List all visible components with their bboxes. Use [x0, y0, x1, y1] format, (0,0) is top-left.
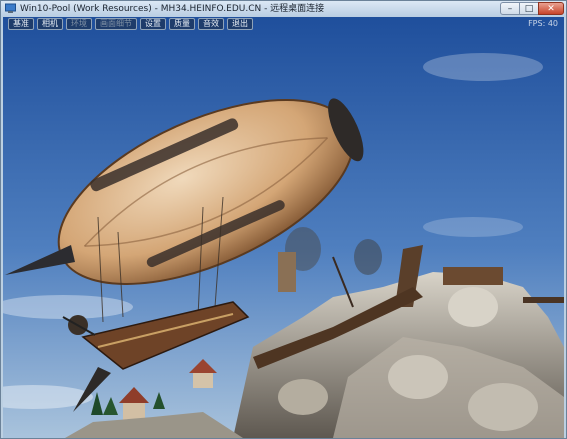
- title-bar[interactable]: Win10-Pool (Work Resources) - MH34.HEINF…: [1, 1, 566, 17]
- close-icon: ✕: [547, 3, 555, 14]
- airship-scene: [3, 17, 564, 438]
- camera-button[interactable]: 相机: [37, 18, 63, 30]
- fps-counter: FPS: 40: [528, 19, 558, 28]
- benchmark-toolbar: 基准 相机 环境 画面细节 设置 质量 音效 退出: [8, 18, 253, 30]
- detail-button[interactable]: 画面细节: [95, 18, 137, 30]
- remote-desktop-window: Win10-Pool (Work Resources) - MH34.HEINF…: [0, 0, 567, 439]
- close-button[interactable]: ✕: [538, 2, 564, 15]
- exit-button[interactable]: 退出: [227, 18, 253, 30]
- benchmark-button[interactable]: 基准: [8, 18, 34, 30]
- maximize-button[interactable]: □: [519, 2, 539, 15]
- window-title: Win10-Pool (Work Resources) - MH34.HEINF…: [20, 4, 325, 14]
- environment-button[interactable]: 环境: [66, 18, 92, 30]
- quality-button[interactable]: 质量: [169, 18, 195, 30]
- maximize-icon: □: [524, 3, 534, 14]
- remote-desktop-app-icon: [5, 3, 16, 13]
- minimize-button[interactable]: –: [500, 2, 520, 15]
- settings-button[interactable]: 设置: [140, 18, 166, 30]
- render-viewport[interactable]: 基准 相机 环境 画面细节 设置 质量 音效 退出 FPS: 40: [3, 17, 564, 438]
- sound-button[interactable]: 音效: [198, 18, 224, 30]
- minimize-icon: –: [507, 3, 513, 14]
